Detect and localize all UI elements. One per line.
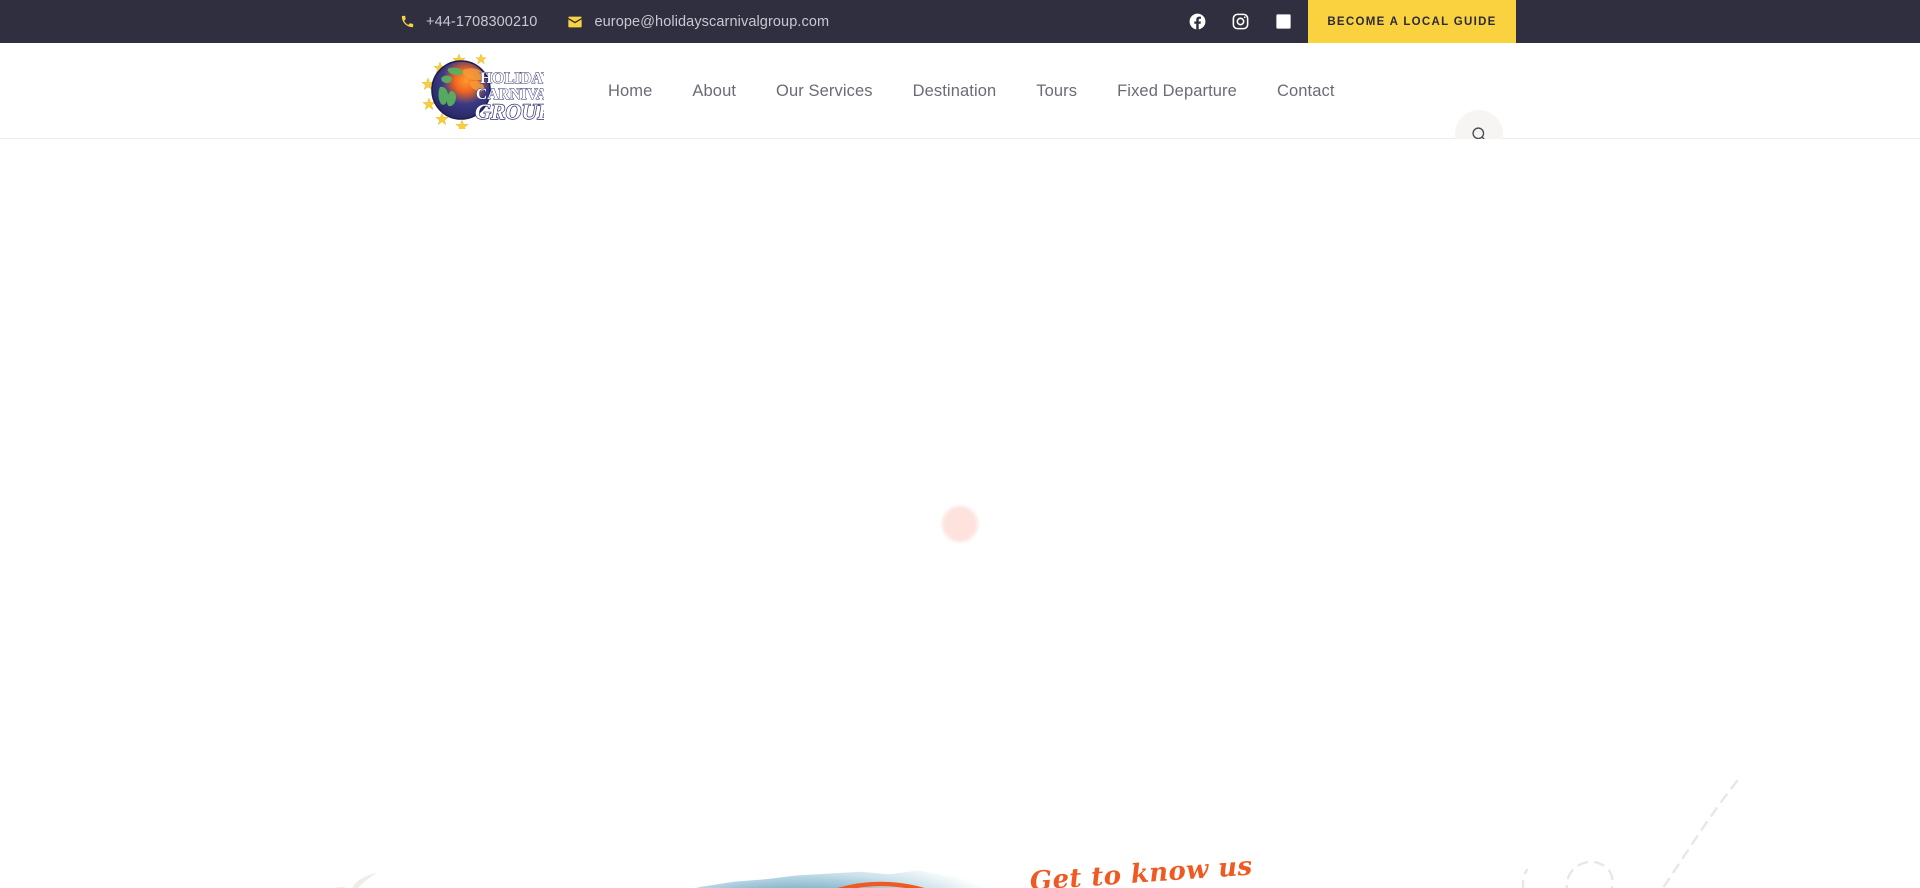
nav-item-our-services[interactable]: Our Services: [756, 82, 893, 101]
intro-eyebrow: Get to know us: [1028, 851, 1254, 888]
instagram-icon[interactable]: [1231, 12, 1250, 31]
svg-text:GROUP: GROUP: [475, 99, 544, 124]
svg-text:HOLIDAYS: HOLIDAYS: [480, 70, 544, 87]
nav-item-contact[interactable]: Contact: [1257, 82, 1355, 101]
topbar-phone-link[interactable]: +44-1708300210: [400, 14, 537, 30]
hero-intro-block: Get to know us Plan Your Trip with Holid…: [1029, 851, 1550, 888]
main-navigation: Home About Our Services Destination Tour…: [588, 43, 1355, 139]
seagull-icon: [335, 872, 378, 888]
site-header: HOLIDAYS CARNIVAL GROUP Home About Our S…: [0, 43, 1920, 158]
nav-item-destination[interactable]: Destination: [893, 82, 1017, 101]
facebook-icon[interactable]: [1188, 12, 1207, 31]
dashed-flight-path: [1521, 779, 1739, 888]
topbar-contact-group: +44-1708300210 europe@holidayscarnivalgr…: [400, 0, 829, 43]
topbar-social-group: [1188, 0, 1293, 43]
hero-stage: From UK to Europe Get to know us Plan Yo…: [0, 139, 1920, 888]
topbar-email-link[interactable]: europe@holidayscarnivalgroup.com: [567, 14, 829, 30]
nav-item-about[interactable]: About: [672, 82, 756, 101]
envelope-icon: [567, 14, 583, 30]
topbar-email-text: europe@holidayscarnivalgroup.com: [594, 13, 830, 30]
become-a-local-guide-button[interactable]: BECOME A LOCAL GUIDE: [1308, 0, 1516, 43]
topbar: +44-1708300210 europe@holidayscarnivalgr…: [0, 0, 1920, 43]
phone-icon: [400, 14, 415, 29]
hero-collage: From UK to Europe: [490, 854, 990, 888]
topbar-phone-text: +44-1708300210: [426, 13, 538, 30]
loading-dot: [942, 506, 978, 542]
nav-item-tours[interactable]: Tours: [1016, 82, 1097, 101]
nav-item-fixed-departure[interactable]: Fixed Departure: [1097, 82, 1257, 101]
nav-item-home[interactable]: Home: [588, 82, 672, 101]
orange-swoosh-stroke: [837, 881, 925, 888]
linkedin-icon[interactable]: [1274, 12, 1293, 31]
holidays-carnival-group-logo[interactable]: HOLIDAYS CARNIVAL GROUP: [418, 51, 562, 133]
